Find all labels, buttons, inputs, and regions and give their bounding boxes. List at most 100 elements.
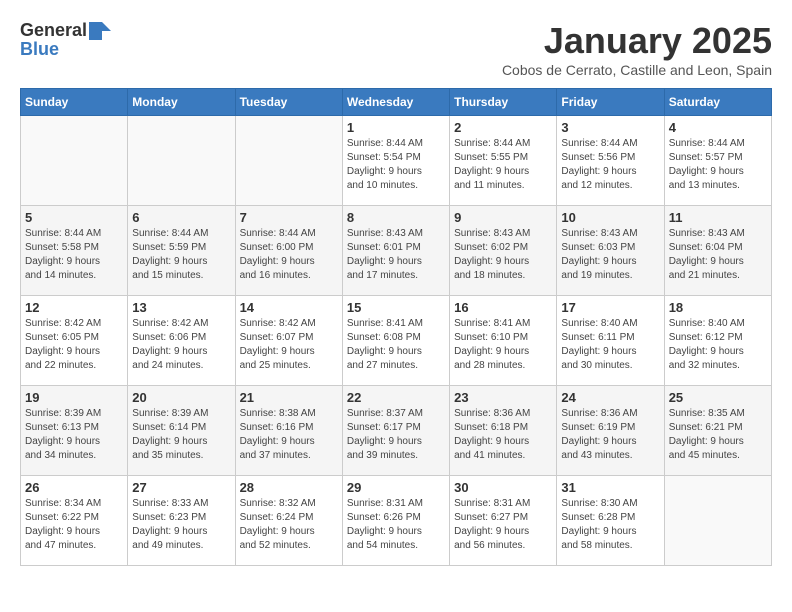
- day-header-friday: Friday: [557, 89, 664, 116]
- day-header-wednesday: Wednesday: [342, 89, 449, 116]
- day-info: Sunrise: 8:31 AMSunset: 6:27 PMDaylight:…: [454, 497, 552, 553]
- day-info: Sunrise: 8:42 AMSunset: 6:07 PMDaylight:…: [240, 317, 338, 373]
- location-subtitle: Cobos de Cerrato, Castille and Leon, Spa…: [502, 62, 772, 78]
- day-number: 16: [454, 300, 552, 315]
- day-number: 24: [561, 390, 659, 405]
- calendar-cell: 31 Sunrise: 8:30 AMSunset: 6:28 PMDayligh…: [557, 476, 664, 566]
- header-row: SundayMondayTuesdayWednesdayThursdayFrid…: [21, 89, 772, 116]
- day-number: 27: [132, 480, 230, 495]
- day-number: 18: [669, 300, 767, 315]
- day-info: Sunrise: 8:40 AMSunset: 6:12 PMDaylight:…: [669, 317, 767, 373]
- day-info: Sunrise: 8:32 AMSunset: 6:24 PMDaylight:…: [240, 497, 338, 553]
- calendar-cell: 27 Sunrise: 8:33 AMSunset: 6:23 PMDayligh…: [128, 476, 235, 566]
- day-number: 12: [25, 300, 123, 315]
- day-number: 5: [25, 210, 123, 225]
- day-info: Sunrise: 8:35 AMSunset: 6:21 PMDaylight:…: [669, 407, 767, 463]
- day-header-tuesday: Tuesday: [235, 89, 342, 116]
- day-number: 10: [561, 210, 659, 225]
- day-info: Sunrise: 8:44 AMSunset: 6:00 PMDaylight:…: [240, 227, 338, 283]
- calendar-cell: 5 Sunrise: 8:44 AMSunset: 5:58 PMDaylight…: [21, 206, 128, 296]
- header: General Blue January 2025 Cobos de Cerra…: [20, 20, 772, 78]
- day-number: 14: [240, 300, 338, 315]
- day-number: 4: [669, 120, 767, 135]
- day-info: Sunrise: 8:43 AMSunset: 6:02 PMDaylight:…: [454, 227, 552, 283]
- calendar-cell: 26 Sunrise: 8:34 AMSunset: 6:22 PMDayligh…: [21, 476, 128, 566]
- day-info: Sunrise: 8:31 AMSunset: 6:26 PMDaylight:…: [347, 497, 445, 553]
- title-area: January 2025 Cobos de Cerrato, Castille …: [502, 20, 772, 78]
- calendar-cell: 17 Sunrise: 8:40 AMSunset: 6:11 PMDayligh…: [557, 296, 664, 386]
- day-number: 22: [347, 390, 445, 405]
- day-number: 13: [132, 300, 230, 315]
- day-info: Sunrise: 8:43 AMSunset: 6:01 PMDaylight:…: [347, 227, 445, 283]
- day-number: 31: [561, 480, 659, 495]
- day-info: Sunrise: 8:42 AMSunset: 6:06 PMDaylight:…: [132, 317, 230, 373]
- calendar-cell: 12Sunrise: 8:42 AMSunset: 6:05 PMDayligh…: [21, 296, 128, 386]
- day-info: Sunrise: 8:30 AMSunset: 6:28 PMDaylight:…: [561, 497, 659, 553]
- day-info: Sunrise: 8:37 AMSunset: 6:17 PMDaylight:…: [347, 407, 445, 463]
- calendar-cell: 6 Sunrise: 8:44 AMSunset: 5:59 PMDaylight…: [128, 206, 235, 296]
- calendar-cell: 4 Sunrise: 8:44 AMSunset: 5:57 PMDaylight…: [664, 116, 771, 206]
- day-number: 3: [561, 120, 659, 135]
- calendar-cell: 30 Sunrise: 8:31 AMSunset: 6:27 PMDayligh…: [450, 476, 557, 566]
- calendar-cell: [664, 476, 771, 566]
- week-row-1: 1 Sunrise: 8:44 AMSunset: 5:54 PMDaylight…: [21, 116, 772, 206]
- day-info: Sunrise: 8:44 AMSunset: 5:58 PMDaylight:…: [25, 227, 123, 283]
- day-number: 6: [132, 210, 230, 225]
- calendar-header: SundayMondayTuesdayWednesdayThursdayFrid…: [21, 89, 772, 116]
- day-number: 21: [240, 390, 338, 405]
- day-info: Sunrise: 8:43 AMSunset: 6:04 PMDaylight:…: [669, 227, 767, 283]
- day-info: Sunrise: 8:44 AMSunset: 5:57 PMDaylight:…: [669, 137, 767, 193]
- week-row-3: 12Sunrise: 8:42 AMSunset: 6:05 PMDayligh…: [21, 296, 772, 386]
- calendar-cell: [21, 116, 128, 206]
- day-info: Sunrise: 8:38 AMSunset: 6:16 PMDaylight:…: [240, 407, 338, 463]
- calendar-cell: 16Sunrise: 8:41 AMSunset: 6:10 PMDayligh…: [450, 296, 557, 386]
- week-row-2: 5 Sunrise: 8:44 AMSunset: 5:58 PMDaylight…: [21, 206, 772, 296]
- week-row-5: 26 Sunrise: 8:34 AMSunset: 6:22 PMDayligh…: [21, 476, 772, 566]
- day-info: Sunrise: 8:44 AMSunset: 5:55 PMDaylight:…: [454, 137, 552, 193]
- calendar-cell: 21 Sunrise: 8:38 AMSunset: 6:16 PMDayligh…: [235, 386, 342, 476]
- calendar-cell: 3 Sunrise: 8:44 AMSunset: 5:56 PMDaylight…: [557, 116, 664, 206]
- day-number: 17: [561, 300, 659, 315]
- calendar-cell: 28 Sunrise: 8:32 AMSunset: 6:24 PMDayligh…: [235, 476, 342, 566]
- day-info: Sunrise: 8:41 AMSunset: 6:08 PMDaylight:…: [347, 317, 445, 373]
- day-number: 11: [669, 210, 767, 225]
- calendar-cell: 23Sunrise: 8:36 AMSunset: 6:18 PMDayligh…: [450, 386, 557, 476]
- calendar-cell: [235, 116, 342, 206]
- day-header-monday: Monday: [128, 89, 235, 116]
- day-info: Sunrise: 8:44 AMSunset: 5:56 PMDaylight:…: [561, 137, 659, 193]
- day-number: 7: [240, 210, 338, 225]
- calendar-cell: 1 Sunrise: 8:44 AMSunset: 5:54 PMDaylight…: [342, 116, 449, 206]
- day-info: Sunrise: 8:44 AMSunset: 5:54 PMDaylight:…: [347, 137, 445, 193]
- calendar-cell: 14 Sunrise: 8:42 AMSunset: 6:07 PMDayligh…: [235, 296, 342, 386]
- calendar-cell: 10 Sunrise: 8:43 AMSunset: 6:03 PMDayligh…: [557, 206, 664, 296]
- calendar-cell: 2 Sunrise: 8:44 AMSunset: 5:55 PMDaylight…: [450, 116, 557, 206]
- day-number: 19: [25, 390, 123, 405]
- logo-bird-icon: [89, 22, 111, 40]
- calendar-cell: 15Sunrise: 8:41 AMSunset: 6:08 PMDayligh…: [342, 296, 449, 386]
- day-number: 1: [347, 120, 445, 135]
- calendar-cell: 11 Sunrise: 8:43 AMSunset: 6:04 PMDayligh…: [664, 206, 771, 296]
- logo: General Blue: [20, 20, 111, 60]
- day-info: Sunrise: 8:39 AMSunset: 6:13 PMDaylight:…: [25, 407, 123, 463]
- day-number: 30: [454, 480, 552, 495]
- day-info: Sunrise: 8:44 AMSunset: 5:59 PMDaylight:…: [132, 227, 230, 283]
- calendar-cell: [128, 116, 235, 206]
- calendar-body: 1 Sunrise: 8:44 AMSunset: 5:54 PMDaylight…: [21, 116, 772, 566]
- day-info: Sunrise: 8:33 AMSunset: 6:23 PMDaylight:…: [132, 497, 230, 553]
- day-number: 8: [347, 210, 445, 225]
- day-number: 26: [25, 480, 123, 495]
- day-number: 29: [347, 480, 445, 495]
- month-title: January 2025: [502, 20, 772, 62]
- day-info: Sunrise: 8:43 AMSunset: 6:03 PMDaylight:…: [561, 227, 659, 283]
- day-info: Sunrise: 8:34 AMSunset: 6:22 PMDaylight:…: [25, 497, 123, 553]
- calendar-cell: 7 Sunrise: 8:44 AMSunset: 6:00 PMDaylight…: [235, 206, 342, 296]
- day-info: Sunrise: 8:40 AMSunset: 6:11 PMDaylight:…: [561, 317, 659, 373]
- logo-blue-text: Blue: [20, 39, 59, 60]
- day-header-sunday: Sunday: [21, 89, 128, 116]
- day-header-saturday: Saturday: [664, 89, 771, 116]
- calendar-cell: 24Sunrise: 8:36 AMSunset: 6:19 PMDayligh…: [557, 386, 664, 476]
- calendar-cell: 20Sunrise: 8:39 AMSunset: 6:14 PMDayligh…: [128, 386, 235, 476]
- day-number: 28: [240, 480, 338, 495]
- day-number: 2: [454, 120, 552, 135]
- day-number: 20: [132, 390, 230, 405]
